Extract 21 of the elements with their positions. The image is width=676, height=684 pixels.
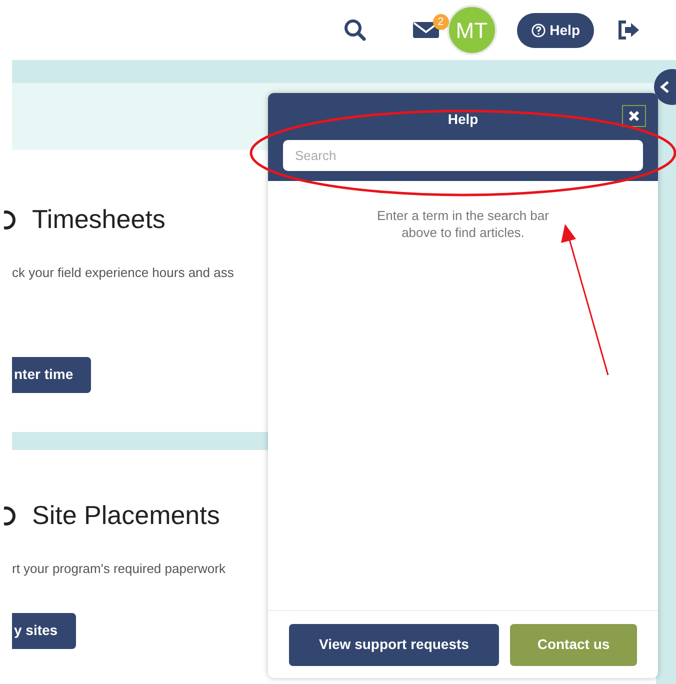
card-title: Timesheets [32, 203, 166, 236]
search-icon[interactable] [342, 18, 367, 42]
card-description: rt your program's required paperwork [12, 560, 226, 578]
logout-icon[interactable] [618, 20, 640, 40]
section-icon [4, 504, 18, 526]
card-button[interactable]: nter time [12, 356, 92, 392]
empty-message: Enter a term in the search bar above to find articles. [376, 207, 550, 242]
close-icon [628, 110, 640, 122]
panel-title: Help [448, 110, 478, 129]
chevron-left-icon [660, 81, 670, 93]
card-button[interactable]: y sites [12, 612, 76, 648]
close-button[interactable] [622, 105, 646, 127]
search-field[interactable]: Search [283, 140, 643, 171]
help-button[interactable]: Help [516, 12, 594, 48]
section-icon [4, 208, 18, 230]
card-title: Site Placements [32, 499, 220, 532]
footer-button[interactable]: View support requests [289, 624, 499, 666]
card-description: ck your field experience hours and ass [12, 264, 235, 282]
mail-icon[interactable] [412, 20, 439, 40]
notification-badge: 2 [432, 14, 449, 30]
question-icon [530, 22, 546, 38]
